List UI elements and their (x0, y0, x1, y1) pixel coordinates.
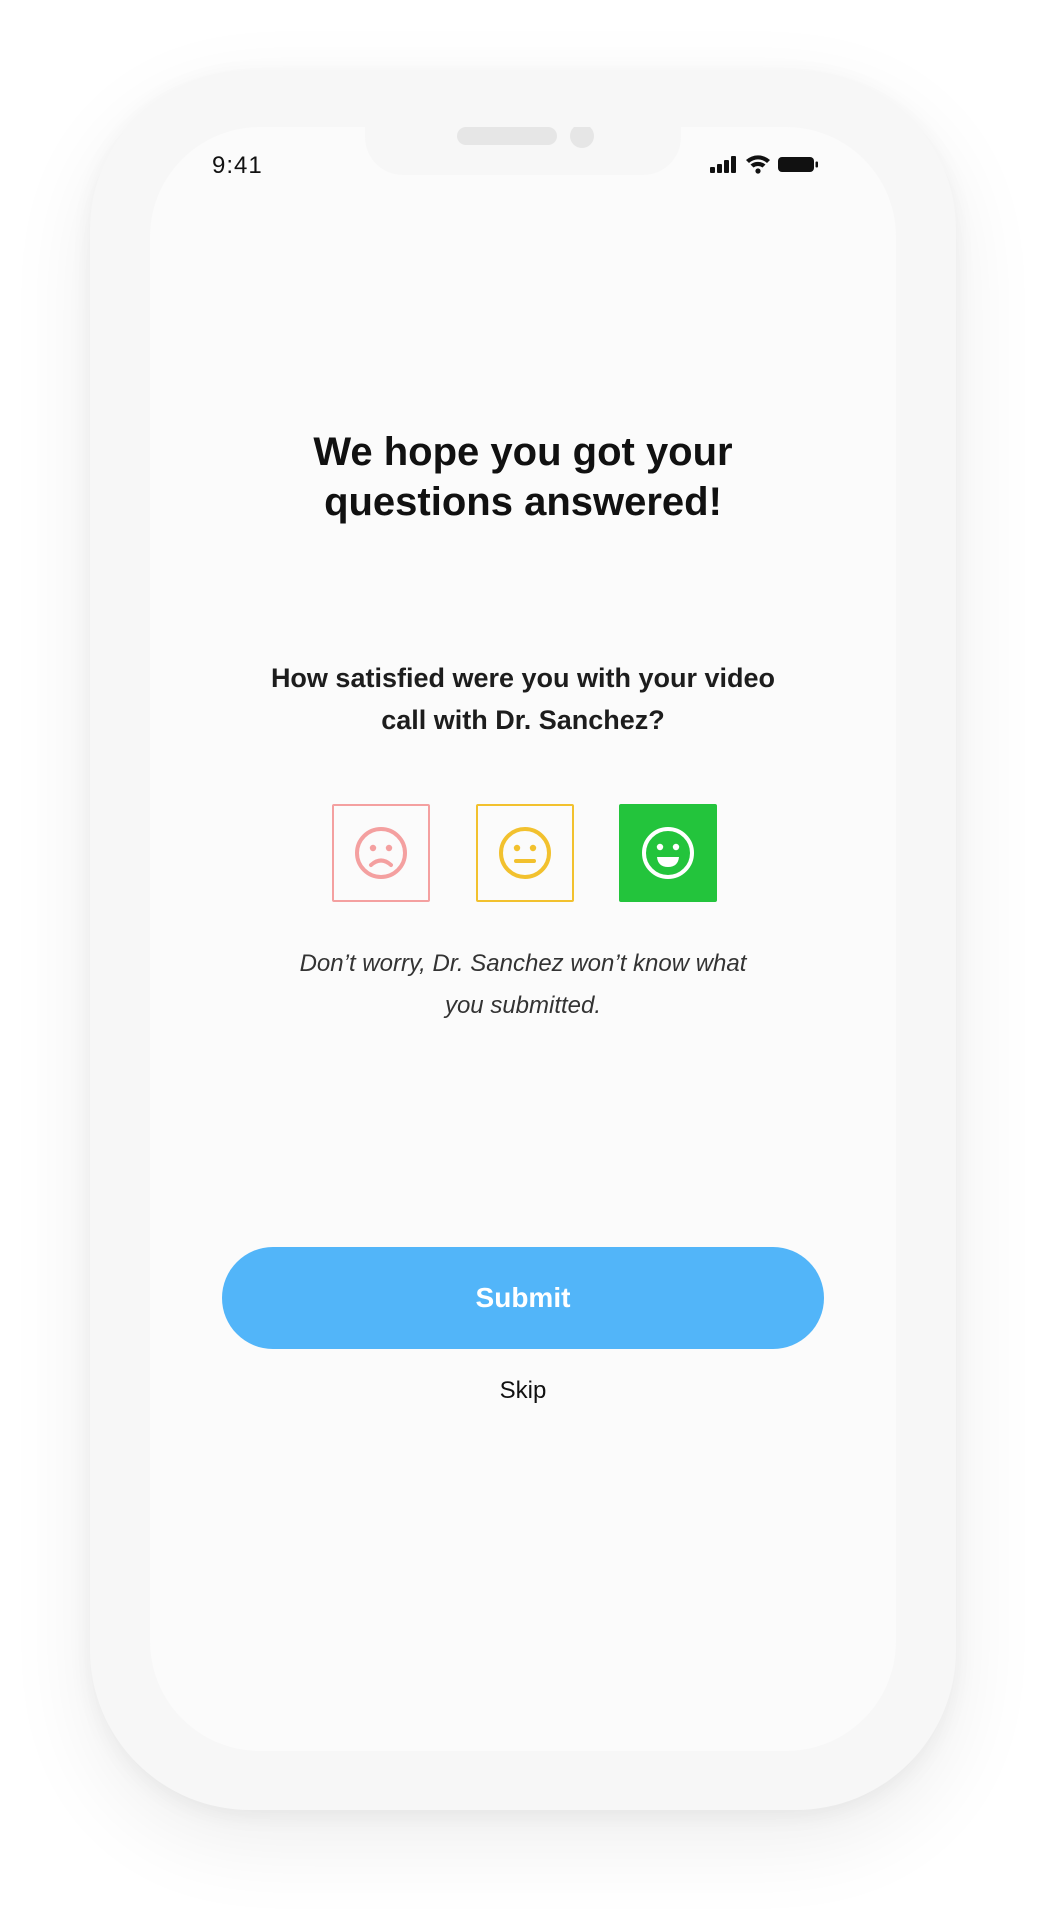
cellular-signal-icon (710, 156, 736, 173)
rating-option-sad[interactable] (332, 804, 430, 902)
page-title: We hope you got your questions answered! (313, 430, 733, 524)
phone-screen: 9:41 We hope you got your questions answ… (150, 127, 896, 1751)
skip-link[interactable]: Skip (423, 1377, 623, 1405)
status-icons-graphic (710, 155, 818, 174)
submit-button[interactable]: Submit (222, 1247, 824, 1349)
speaker-grille (457, 127, 557, 145)
happy-face-icon (642, 827, 694, 879)
sad-face-icon (355, 827, 407, 879)
wifi-icon (746, 155, 770, 174)
status-icons (710, 152, 830, 176)
rating-option-neutral[interactable] (476, 804, 574, 902)
rating-option-happy[interactable] (619, 804, 717, 902)
status-time: 9:41 (212, 152, 263, 179)
neutral-face-icon (499, 827, 551, 879)
privacy-note: Don’t worry, Dr. Sanchez won’t know what… (299, 950, 747, 1019)
battery-icon (778, 157, 818, 172)
satisfaction-question: How satisfied were you with your video c… (270, 663, 776, 735)
rating-options (332, 804, 722, 904)
